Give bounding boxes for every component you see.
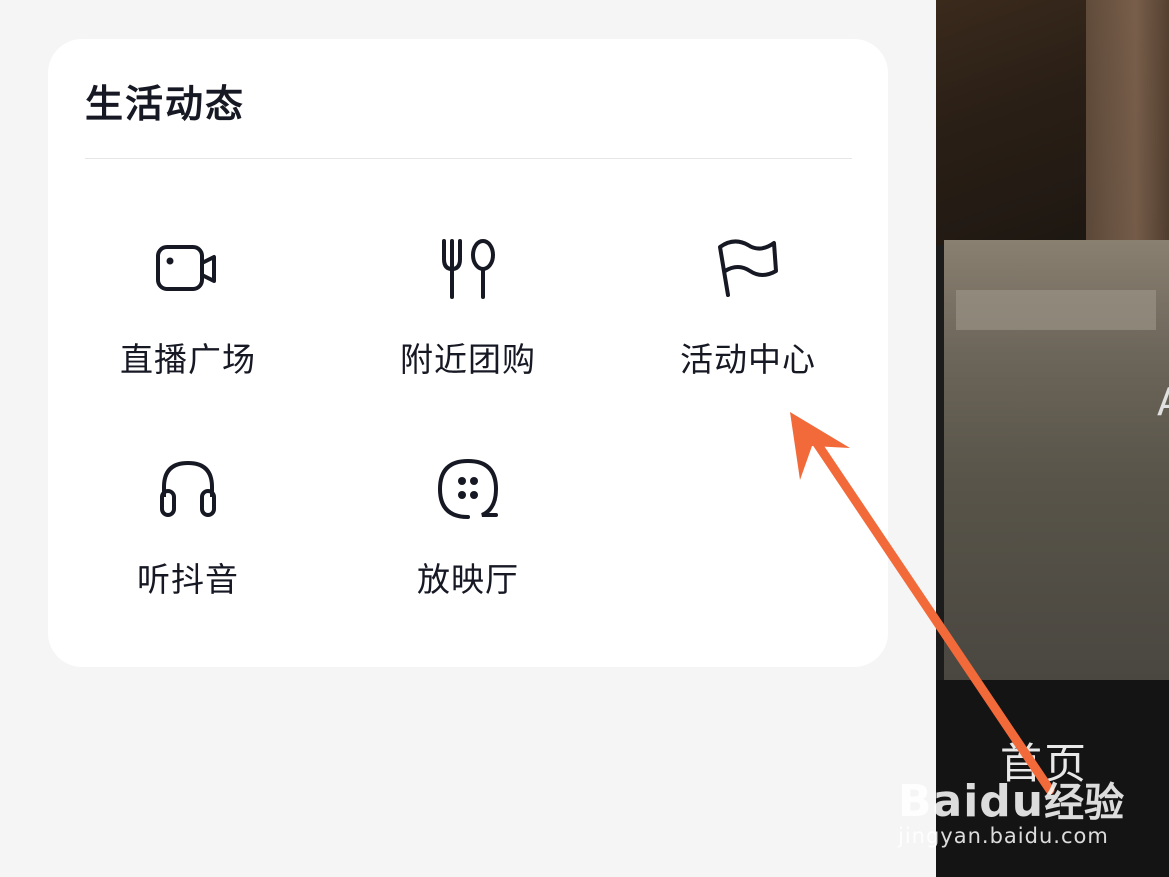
watermark-url: jingyan.baidu.com bbox=[898, 824, 1109, 848]
menu-item-nearby-deals[interactable]: 附近团购 bbox=[348, 237, 588, 407]
flag-icon bbox=[718, 239, 778, 297]
life-section-card: 生活动态 直播广场 附近团购 活动中心 听抖音 放映厅 bbox=[48, 39, 888, 667]
headphones-icon bbox=[160, 460, 216, 517]
fork-spoon-icon bbox=[442, 239, 495, 299]
menu-item-label: 听抖音 bbox=[137, 560, 239, 599]
watermark-sub: 经验 bbox=[1044, 780, 1125, 826]
menu-item-label: 附近团购 bbox=[400, 340, 536, 379]
film-reel-icon bbox=[437, 458, 499, 519]
menu-item-screening-hall[interactable]: 放映厅 bbox=[348, 457, 588, 627]
video-camera-icon bbox=[156, 245, 216, 291]
background-image-stripe bbox=[1086, 0, 1169, 245]
menu-item-label: 放映厅 bbox=[417, 560, 519, 599]
watermark-logo: Baidu bbox=[898, 776, 1045, 827]
divider bbox=[85, 158, 852, 159]
background-image-band bbox=[956, 290, 1156, 330]
menu-item-live-square[interactable]: 直播广场 bbox=[68, 237, 308, 407]
section-title: 生活动态 bbox=[85, 82, 246, 126]
menu-item-activity-center[interactable]: 活动中心 bbox=[628, 237, 868, 407]
menu-item-label: 活动中心 bbox=[680, 340, 816, 379]
baidu-watermark: Baidu经验 jingyan.baidu.com bbox=[898, 770, 1124, 848]
menu-item-listen-douyin[interactable]: 听抖音 bbox=[68, 457, 308, 627]
menu-item-label: 直播广场 bbox=[120, 340, 256, 379]
background-side-text: A bbox=[1157, 380, 1169, 424]
